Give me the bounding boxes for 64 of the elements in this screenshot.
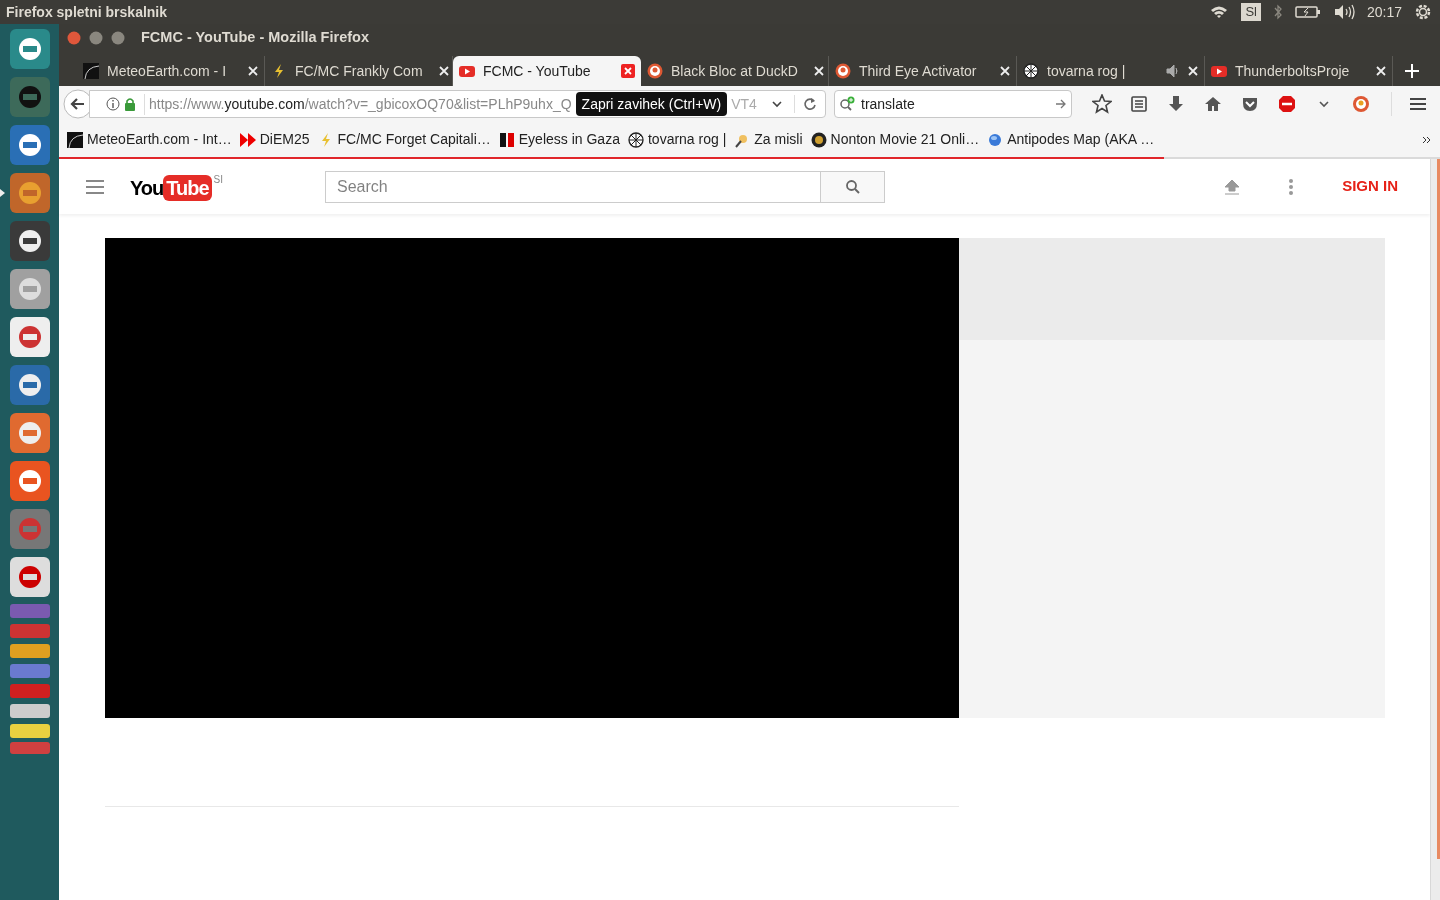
- url-text: https://www.youtube.com/watch?v=_gbicoxOQ70&list=PLhP9uhx_Q: [144, 93, 572, 115]
- minimize-button[interactable]: [89, 31, 103, 45]
- power-gear-icon[interactable]: [1414, 3, 1432, 21]
- bookmark-star-icon[interactable]: [1092, 94, 1112, 114]
- scrollbar-thumb[interactable]: [1437, 159, 1440, 859]
- bookmark-item[interactable]: Eyeless in Gaza: [498, 129, 620, 150]
- sign-in-button[interactable]: SIGN IN: [1342, 175, 1398, 198]
- double-arrow-icon: [239, 131, 256, 148]
- close-tab-icon[interactable]: [621, 64, 635, 78]
- lock-icon: [124, 97, 136, 111]
- close-tab-icon[interactable]: [813, 66, 824, 76]
- volume-icon[interactable]: [1332, 4, 1355, 20]
- tab[interactable]: FCMC - YouTube: [453, 56, 641, 86]
- reload-icon[interactable]: [803, 97, 817, 111]
- wifi-icon[interactable]: [1209, 5, 1230, 19]
- battery-icon[interactable]: [1294, 5, 1321, 19]
- tooltip: Zapri zavihek (Ctrl+W): [575, 92, 728, 116]
- wheel-icon: [1023, 63, 1039, 79]
- search-input[interactable]: translate: [861, 93, 1051, 115]
- wheel-icon: [627, 131, 644, 148]
- speaker-icon[interactable]: [1166, 64, 1180, 78]
- bookmark-item[interactable]: Za misli: [734, 129, 803, 150]
- bookmark-item[interactable]: tovarna rog |: [627, 129, 727, 150]
- youtube-logo[interactable]: YouTube SI: [130, 172, 224, 201]
- url-text: VT4: [731, 94, 757, 114]
- home-icon[interactable]: [1203, 94, 1223, 114]
- close-button[interactable]: [67, 31, 81, 45]
- dropdown-caret-icon[interactable]: [772, 100, 782, 108]
- maximize-button[interactable]: [111, 31, 125, 45]
- info-icon: [106, 97, 120, 111]
- close-tab-icon[interactable]: [1000, 66, 1010, 76]
- keyboard-layout-indicator[interactable]: Sl: [1241, 3, 1261, 21]
- upload-icon[interactable]: [1223, 177, 1242, 196]
- bookmark-item[interactable]: MeteoEarth.com - Int…: [67, 129, 232, 150]
- close-tab-icon[interactable]: [1188, 66, 1198, 76]
- bookmark-item[interactable]: DiEM25: [239, 129, 310, 150]
- close-tab-icon[interactable]: [1376, 66, 1386, 76]
- play-icon: [459, 63, 475, 79]
- arrow-right-icon[interactable]: [1055, 99, 1067, 109]
- play-icon: [1211, 63, 1227, 79]
- search-input[interactable]: Search: [326, 171, 821, 202]
- clock[interactable]: 20:17: [1366, 1, 1402, 23]
- search-icon: [844, 178, 861, 195]
- bookmark-item[interactable]: Nonton Movie 21 Onli…: [810, 129, 980, 150]
- close-tab-icon[interactable]: [248, 66, 258, 76]
- bookmark-item[interactable]: FC/MC Forget Capitali…: [317, 129, 491, 150]
- dark-globe-icon: [67, 131, 83, 148]
- bluetooth-icon[interactable]: [1272, 4, 1283, 20]
- search-add-icon: [839, 96, 857, 112]
- url-field[interactable]: https://www.youtube.com/watch?v=_gbicoxOQ70&list=PLhP9uhx_Q Zapri zavihek (Ctrl+W) VT4: [89, 90, 826, 118]
- more-icon[interactable]: [1288, 177, 1295, 196]
- new-tab-icon[interactable]: [1405, 64, 1419, 78]
- search-field[interactable]: Search: [325, 170, 886, 203]
- search-button[interactable]: [820, 171, 885, 202]
- close-tab-icon[interactable]: [438, 66, 449, 76]
- stacked-app-icons-drawing[interactable]: [8, 604, 51, 754]
- bookmark-item[interactable]: Antipodes Map (AKA …: [987, 129, 1155, 150]
- reading-list-icon[interactable]: [1129, 94, 1149, 114]
- globe-icon: [987, 131, 1004, 148]
- window-title: FCMC - YouTube - Mozilla Firefox: [141, 28, 369, 48]
- dark-globe-icon: [83, 63, 99, 79]
- app-title: Firefox spletni brskalnik: [6, 2, 168, 22]
- chevron-more-icon[interactable]: [1422, 134, 1432, 145]
- search-field[interactable]: translate: [834, 90, 1072, 118]
